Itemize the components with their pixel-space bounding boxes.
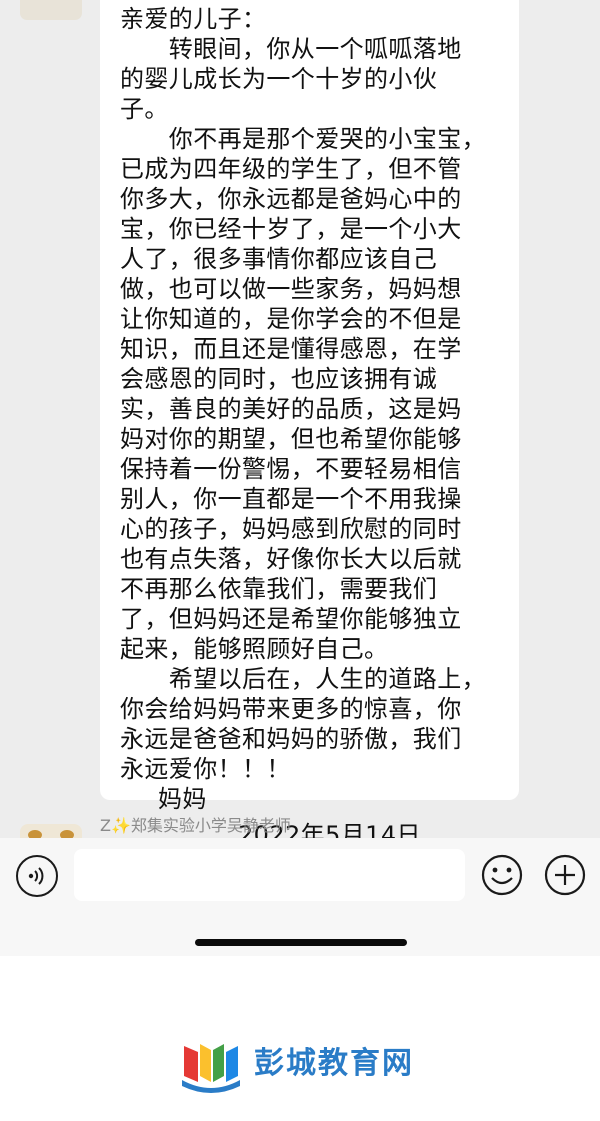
message-line: 子。 [120,95,169,123]
chat-area[interactable]: 亲爱的儿子： 转眼间，你从一个呱呱落地 的婴儿成长为一个十岁的小伙 子。 你不再是那… [0,0,600,838]
more-button[interactable] [543,853,587,897]
sparkle-icon: ✨ [110,816,131,835]
sender-avatar[interactable] [20,0,82,20]
next-sender-name: Z✨郑集实验小学吴静老师 [100,816,291,836]
message-line: 起来，能够照顾好自己。 [120,635,389,663]
message-line: 做，也可以做一些家务，妈妈想 [120,275,462,303]
message-line: 希望以后在，人生的道路上， [120,665,486,693]
message-line: 的婴儿成长为一个十岁的小伙 [120,65,438,93]
message-line: 你不再是那个爱哭的小宝宝， [120,125,486,153]
message-line: 转眼间，你从一个呱呱落地 [120,35,462,63]
message-line: 了，但妈妈还是希望你能够独立 [120,605,462,633]
sender-name-text: 郑集实验小学吴静老师 [130,816,291,835]
message-line: 心的孩子，妈妈感到欣慰的同时 [120,515,462,543]
input-toolbar [0,838,600,956]
message-line: 宝，你已经十岁了，是一个小大 [120,215,462,243]
home-indicator[interactable] [195,939,407,946]
message-line: 保持着一份警惕，不要轻易相信 [120,455,462,483]
message-text: 亲爱的儿子： 转眼间，你从一个呱呱落地 的婴儿成长为一个十岁的小伙 子。 你不再是那… [120,4,499,784]
voice-button[interactable] [16,855,58,897]
plus-icon [544,854,586,896]
message-line: 别人，你一直都是一个不用我操 [120,485,462,513]
brand-name: 彭城教育网 [254,1046,414,1081]
sender-prefix: Z [100,816,111,835]
message-line: 知识，而且还是懂得感恩，在学 [120,335,462,363]
message-line: 不再那么依靠我们，需要我们 [120,575,438,603]
message-line: 也有点失落，好像你长大以后就 [120,545,462,573]
message-signature: 妈妈 [158,785,207,813]
message-line: 妈对你的期望，但也希望你能够 [120,425,462,453]
emoji-button[interactable] [480,853,524,897]
message-line: 会感恩的同时，也应该拥有诚 [120,365,438,393]
message-line: 让你知道的，是你学会的不但是 [120,305,462,333]
emoji-icon [481,854,523,896]
message-line: 永远是爸爸和妈妈的骄傲，我们 [120,725,462,753]
message-line: 实，善良的美好的品质，这是妈 [120,395,462,423]
message-line: 你多大，你永远都是爸妈心中的 [120,185,462,213]
message-line: 永远爱你！！！ [120,755,291,783]
message-line: 人了，很多事情你都应该自己 [120,245,438,273]
next-sender-row: Z✨郑集实验小学吴静老师 [0,814,600,838]
watermark-footer: 彭城教育网 [0,956,600,1121]
book-logo-icon [182,1044,240,1093]
message-line: 已成为四年级的学生了，但不管 [120,155,462,183]
message-bubble[interactable]: 亲爱的儿子： 转眼间，你从一个呱呱落地 的婴儿成长为一个十岁的小伙 子。 你不再是那… [100,0,519,838]
voice-icon [28,867,44,885]
message-line: 亲爱的儿子： [120,5,267,33]
message-line: 你会给妈妈带来更多的惊喜，你 [120,695,462,723]
message-input[interactable] [74,849,465,901]
